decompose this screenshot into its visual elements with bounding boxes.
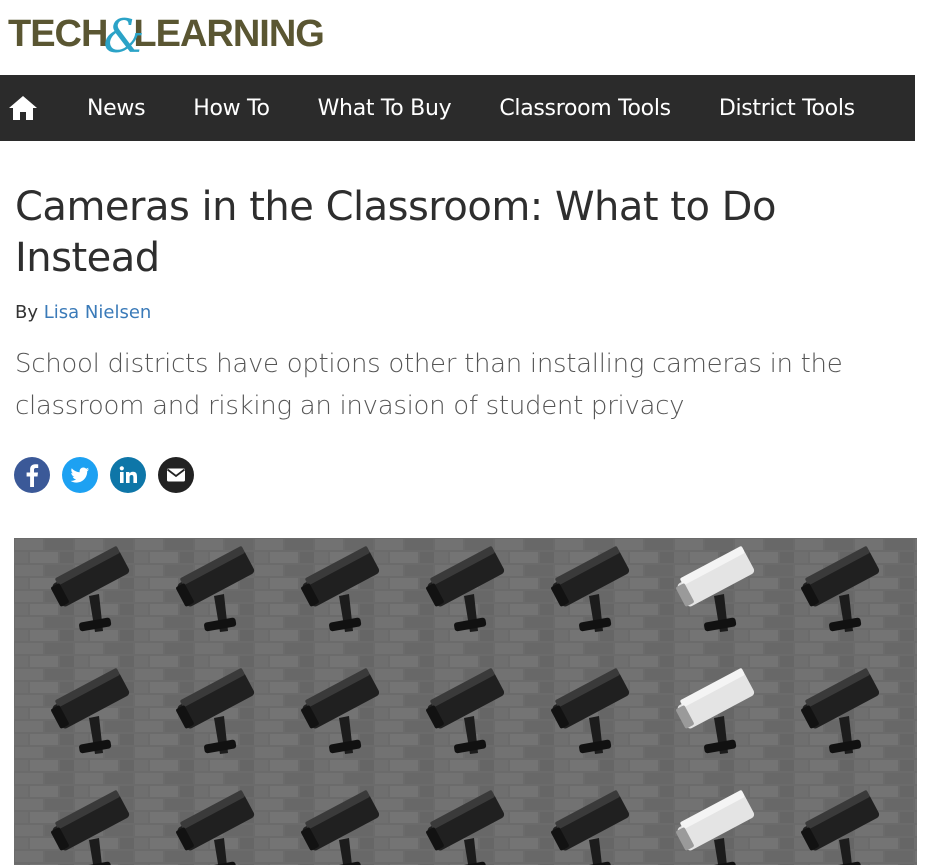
twitter-icon: [70, 467, 89, 483]
home-button[interactable]: [0, 75, 46, 141]
byline-prefix: By: [15, 302, 39, 323]
article-subtitle: School districts have options other than…: [15, 349, 843, 421]
byline: By Lisa Nielsen: [15, 302, 151, 323]
nav-item-district-tools[interactable]: District Tools: [695, 96, 879, 121]
nav-item-what-to-buy[interactable]: What To Buy: [294, 96, 476, 121]
nav-item-news[interactable]: News: [46, 96, 169, 121]
home-icon: [9, 96, 37, 120]
article-title: Cameras in the Classroom: What to Do Ins…: [15, 184, 776, 281]
security-cameras-image: [14, 538, 917, 865]
author-link[interactable]: Lisa Nielsen: [44, 302, 152, 323]
logo-text-tech: TECH: [8, 12, 108, 55]
logo-ampersand: &: [103, 9, 144, 63]
nav-item-how-to[interactable]: How To: [169, 96, 293, 121]
share-buttons: [14, 457, 194, 493]
nav-item-classroom-tools[interactable]: Classroom Tools: [475, 96, 694, 121]
site-logo[interactable]: TECH & LEARNING: [8, 8, 325, 63]
facebook-icon: [26, 464, 39, 487]
hero-image: [14, 538, 917, 865]
linkedin-icon: [119, 466, 137, 483]
linkedin-share-button[interactable]: [110, 457, 146, 493]
twitter-share-button[interactable]: [62, 457, 98, 493]
facebook-share-button[interactable]: [14, 457, 50, 493]
main-navigation: News How To What To Buy Classroom Tools …: [0, 75, 915, 141]
logo-text-learning: LEARNING: [133, 12, 324, 55]
email-share-button[interactable]: [158, 457, 194, 493]
email-icon: [166, 468, 186, 482]
